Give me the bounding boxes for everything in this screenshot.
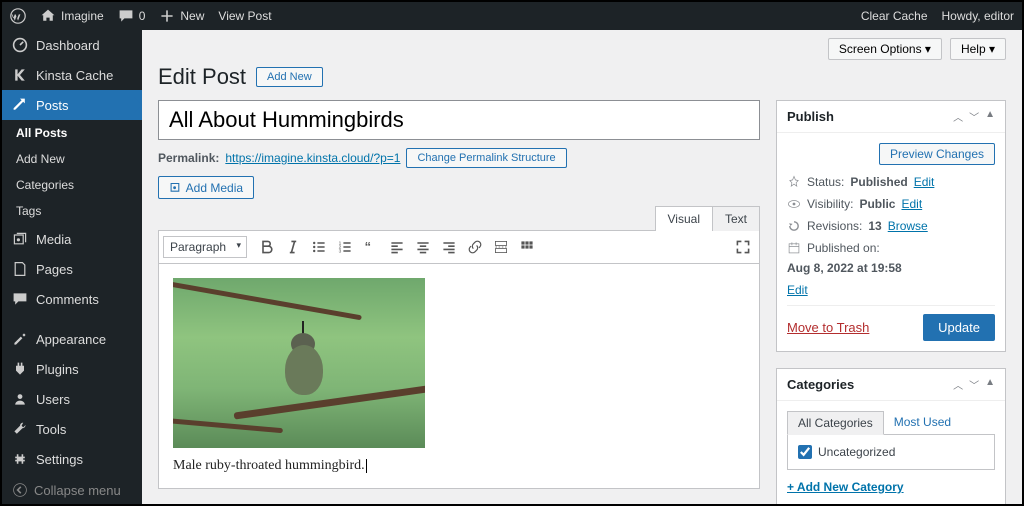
category-item[interactable]: Uncategorized [798, 445, 984, 459]
eye-icon [787, 197, 801, 211]
categories-metabox: Categories ︿﹀▲ All Categories Most Used … [776, 368, 1006, 504]
quote-icon[interactable]: “ [359, 235, 383, 259]
box-down-icon[interactable]: ﹀ [969, 109, 979, 124]
sidebar-item-appearance[interactable]: Appearance [2, 324, 142, 354]
format-select[interactable]: Paragraph [163, 236, 247, 258]
bold-icon[interactable] [255, 235, 279, 259]
sidebar-sub-categories[interactable]: Categories [2, 172, 142, 198]
collapse-menu[interactable]: Collapse menu [2, 474, 142, 504]
add-new-category-link[interactable]: + Add New Category [787, 480, 995, 494]
calendar-icon [787, 241, 801, 255]
update-button[interactable]: Update [923, 314, 995, 341]
fullscreen-icon[interactable] [731, 235, 755, 259]
post-image[interactable] [173, 278, 425, 448]
sidebar-item-dashboard[interactable]: Dashboard [2, 30, 142, 60]
help-button[interactable]: Help ▾ [950, 38, 1006, 60]
post-title-input[interactable] [158, 100, 760, 140]
sidebar-item-tools[interactable]: Tools [2, 414, 142, 444]
edit-date-link[interactable]: Edit [787, 283, 808, 297]
editor-toolbar: Paragraph 123 “ [159, 231, 759, 264]
add-new-button[interactable]: Add New [256, 67, 323, 87]
align-center-icon[interactable] [411, 235, 435, 259]
sidebar-item-kinsta[interactable]: Kinsta Cache [2, 60, 142, 90]
tab-most-used[interactable]: Most Used [884, 411, 961, 435]
site-link[interactable]: Imagine [40, 8, 104, 24]
change-permalink-button[interactable]: Change Permalink Structure [406, 148, 566, 168]
view-post-link[interactable]: View Post [218, 9, 271, 23]
tab-all-categories[interactable]: All Categories [787, 411, 884, 435]
tab-text[interactable]: Text [712, 206, 760, 231]
admin-sidebar: Dashboard Kinsta Cache Posts All Posts A… [2, 30, 142, 504]
editor-content[interactable]: Male ruby-throated hummingbird. [159, 264, 759, 488]
sidebar-item-comments[interactable]: Comments [2, 284, 142, 314]
toolbar-toggle-icon[interactable] [515, 235, 539, 259]
svg-text:“: “ [365, 239, 371, 254]
align-left-icon[interactable] [385, 235, 409, 259]
box-up-icon[interactable]: ︿ [953, 109, 963, 124]
browse-revisions-link[interactable]: Browse [888, 219, 928, 233]
sidebar-item-settings[interactable]: Settings [2, 444, 142, 474]
italic-icon[interactable] [281, 235, 305, 259]
readmore-icon[interactable] [489, 235, 513, 259]
comments-link[interactable]: 0 [118, 8, 146, 24]
screen-options-button[interactable]: Screen Options ▾ [828, 38, 942, 60]
move-to-trash-link[interactable]: Move to Trash [787, 320, 869, 335]
category-checkbox[interactable] [798, 445, 812, 459]
sidebar-item-pages[interactable]: Pages [2, 254, 142, 284]
preview-button[interactable]: Preview Changes [879, 143, 995, 165]
box-toggle-icon[interactable]: ▲ [985, 109, 995, 124]
sidebar-item-media[interactable]: Media [2, 224, 142, 254]
pin-icon [787, 175, 801, 189]
svg-text:3: 3 [339, 249, 342, 255]
box-toggle-icon[interactable]: ▲ [985, 377, 995, 392]
link-icon[interactable] [463, 235, 487, 259]
number-list-icon[interactable]: 123 [333, 235, 357, 259]
clear-cache-link[interactable]: Clear Cache [861, 9, 928, 23]
sidebar-sub-addnew[interactable]: Add New [2, 146, 142, 172]
text-cursor [366, 459, 367, 473]
publish-metabox: Publish ︿﹀▲ Preview Changes Status: Publ… [776, 100, 1006, 352]
new-link[interactable]: New [159, 8, 204, 24]
edit-visibility-link[interactable]: Edit [901, 197, 922, 211]
sidebar-item-users[interactable]: Users [2, 384, 142, 414]
site-name: Imagine [61, 9, 104, 23]
wp-logo-icon[interactable] [10, 8, 26, 24]
add-media-button[interactable]: Add Media [158, 176, 254, 199]
publish-title: Publish [787, 109, 834, 124]
caption-text: Male ruby-throated hummingbird. [173, 458, 365, 473]
howdy-link[interactable]: Howdy, editor [942, 9, 1014, 23]
editor-box: Paragraph 123 “ [158, 230, 760, 489]
box-down-icon[interactable]: ﹀ [969, 377, 979, 392]
page-title: Edit Post [158, 64, 246, 90]
box-up-icon[interactable]: ︿ [953, 377, 963, 392]
bullet-list-icon[interactable] [307, 235, 331, 259]
tab-visual[interactable]: Visual [655, 206, 713, 231]
edit-status-link[interactable]: Edit [914, 175, 935, 189]
sidebar-sub-tags[interactable]: Tags [2, 198, 142, 224]
categories-title: Categories [787, 377, 854, 392]
align-right-icon[interactable] [437, 235, 461, 259]
sidebar-item-plugins[interactable]: Plugins [2, 354, 142, 384]
permalink-label: Permalink: [158, 151, 219, 165]
revisions-icon [787, 219, 801, 233]
permalink-url[interactable]: https://imagine.kinsta.cloud/?p=1 [225, 151, 400, 165]
sidebar-item-posts[interactable]: Posts [2, 90, 142, 120]
sidebar-sub-allposts[interactable]: All Posts [2, 120, 142, 146]
